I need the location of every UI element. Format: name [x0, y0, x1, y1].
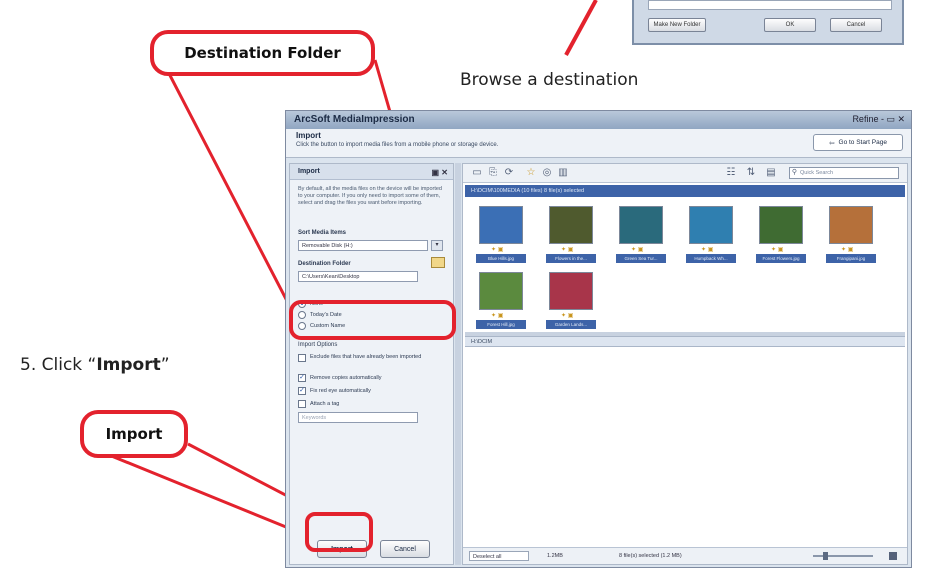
- go-to-start-page-button[interactable]: ⇦ Go to Start Page: [813, 134, 903, 151]
- browser-toolbar: ▭ ⎘ ⟳ ☆ ◎ ▥ ☷ ⇅ ▤ Quick Search ⚲: [463, 164, 907, 183]
- chevron-down-icon[interactable]: ▾: [431, 240, 443, 251]
- go-to-start-label: Go to Start Page: [838, 139, 887, 146]
- thumbnail-image[interactable]: [619, 206, 663, 244]
- selection-status: 8 file(s) selected (1.2 MB): [619, 553, 682, 559]
- exclude-imported-checkbox[interactable]: [298, 354, 306, 362]
- search-icon: ⚲: [791, 169, 797, 176]
- import-panel: Import ▣ ✕ By default, all the media fil…: [289, 163, 454, 565]
- thumbnail-image[interactable]: [479, 206, 523, 244]
- remove-copies-checkbox[interactable]: ✓: [298, 374, 306, 382]
- rating-icons: ✦ ▣: [841, 247, 854, 253]
- thumbnail-label[interactable]: Humpback Wh...: [686, 254, 736, 263]
- thumbnail-label[interactable]: Green Sea Tur...: [616, 254, 666, 263]
- browse-pointer-line: [564, 0, 598, 56]
- fix-red-eye-label: Fix red eye automatically: [310, 388, 371, 394]
- grid-view-icon[interactable]: [889, 552, 897, 560]
- thumbnail-label[interactable]: Forest Flowers.jpg: [756, 254, 806, 263]
- step-instruction: 5. Click “Import”: [20, 355, 170, 375]
- filter-icon[interactable]: ▤: [765, 167, 777, 179]
- zoom-slider-handle[interactable]: [823, 552, 828, 560]
- zoom-slider[interactable]: [813, 555, 873, 557]
- select-all-icon[interactable]: ▭: [471, 167, 483, 179]
- import-description: By default, all the media files on the d…: [298, 186, 442, 206]
- rating-icons: ✦ ▣: [631, 247, 644, 253]
- import-callout: Import: [80, 410, 188, 458]
- rating-icons: ✦ ▣: [771, 247, 784, 253]
- step-bold: Import: [96, 355, 161, 375]
- fix-red-eye-checkbox[interactable]: ✓: [298, 387, 306, 395]
- thumbnail-image[interactable]: [759, 206, 803, 244]
- import-panel-title: Import: [298, 168, 320, 175]
- cancel-import-button[interactable]: Cancel: [380, 540, 430, 558]
- browse-caption: Browse a destination: [460, 70, 639, 90]
- destination-folder-callout: Destination Folder: [150, 30, 375, 76]
- title-bar: ArcSoft MediaImpression Refine - ▭ ✕: [286, 111, 911, 129]
- thumbnail-label[interactable]: Frangipani.jpg: [826, 254, 876, 263]
- exclude-imported-label: Exclude files that have already been imp…: [310, 354, 422, 360]
- deselect-all-button[interactable]: Deselect all: [469, 551, 529, 561]
- thumbnail-label[interactable]: Garden Lands...: [546, 320, 596, 329]
- thumbnail-label[interactable]: Forest Hill.jpg: [476, 320, 526, 329]
- view-mode-icon[interactable]: ☷: [725, 167, 737, 179]
- secondary-path-bar: H:\DCIM: [465, 336, 905, 347]
- delete-icon[interactable]: ▥: [557, 167, 569, 179]
- import-highlight-ring: [305, 512, 373, 552]
- window-controls[interactable]: Refine - ▭ ✕: [852, 114, 905, 125]
- attach-tag-checkbox[interactable]: [298, 400, 306, 408]
- import-options-label: Import Options: [298, 342, 338, 348]
- thumbnail-image[interactable]: [549, 272, 593, 310]
- sort-icon[interactable]: ⇅: [745, 167, 757, 179]
- folder-browse-icon[interactable]: [431, 257, 445, 268]
- step-suffix: ”: [160, 355, 170, 375]
- media-browser: ▭ ⎘ ⟳ ☆ ◎ ▥ ☷ ⇅ ▤ Quick Search ⚲ H:\DCIM…: [462, 163, 908, 565]
- page-title: Import: [296, 131, 321, 140]
- rating-icons: ✦ ▣: [491, 313, 504, 319]
- tag-icon[interactable]: ◎: [541, 167, 553, 179]
- attach-tag-label: Attach a tag: [310, 401, 340, 407]
- status-bar: Deselect all 1.2MB 8 file(s) selected (1…: [463, 547, 907, 564]
- thumbnail-image[interactable]: [689, 206, 733, 244]
- quick-search-input[interactable]: Quick Search: [789, 167, 899, 179]
- destination-folder-field[interactable]: C:\Users\Kean\Desktop: [298, 271, 418, 282]
- tag-input[interactable]: Keywords: [298, 412, 418, 423]
- rating-icons: ✦ ▣: [701, 247, 714, 253]
- rating-icons: ✦ ▣: [561, 313, 574, 319]
- rating-icons: ✦ ▣: [491, 247, 504, 253]
- rotate-icon[interactable]: ⟳: [503, 167, 515, 179]
- remove-copies-label: Remove copies automatically: [310, 375, 382, 381]
- sort-media-label: Sort Media Items: [298, 230, 347, 236]
- thumbnail-label[interactable]: Flowers in the...: [546, 254, 596, 263]
- thumbnail-image[interactable]: [829, 206, 873, 244]
- page-header: Import Click the button to import media …: [286, 129, 911, 158]
- window-title: ArcSoft MediaImpression: [294, 114, 415, 125]
- size-readout: 1.2MB: [547, 553, 563, 559]
- source-device-select[interactable]: Removable Disk (H:): [298, 240, 428, 251]
- close-icon[interactable]: ▣ ✕: [432, 165, 448, 181]
- copy-icon[interactable]: ⎘: [487, 167, 499, 179]
- star-icon[interactable]: ☆: [525, 167, 537, 179]
- thumbnail-image[interactable]: [549, 206, 593, 244]
- rating-icons: ✦ ▣: [561, 247, 574, 253]
- import-wedge: [81, 442, 319, 542]
- destination-highlight-ring: [289, 300, 456, 340]
- folder-path-bar: H:\DCIM\100MEDIA (10 files) 8 file(s) se…: [465, 185, 905, 197]
- back-arrow-icon: ⇦: [829, 139, 835, 147]
- page-subtitle: Click the button to import media files f…: [296, 142, 499, 148]
- panel-splitter[interactable]: [455, 163, 461, 565]
- thumbnail-label[interactable]: Blue Hills.jpg: [476, 254, 526, 263]
- destination-folder-label: Destination Folder: [298, 261, 351, 267]
- thumbnail-image[interactable]: [479, 272, 523, 310]
- import-panel-header: Import ▣ ✕: [290, 164, 453, 180]
- step-prefix: 5. Click “: [20, 355, 97, 375]
